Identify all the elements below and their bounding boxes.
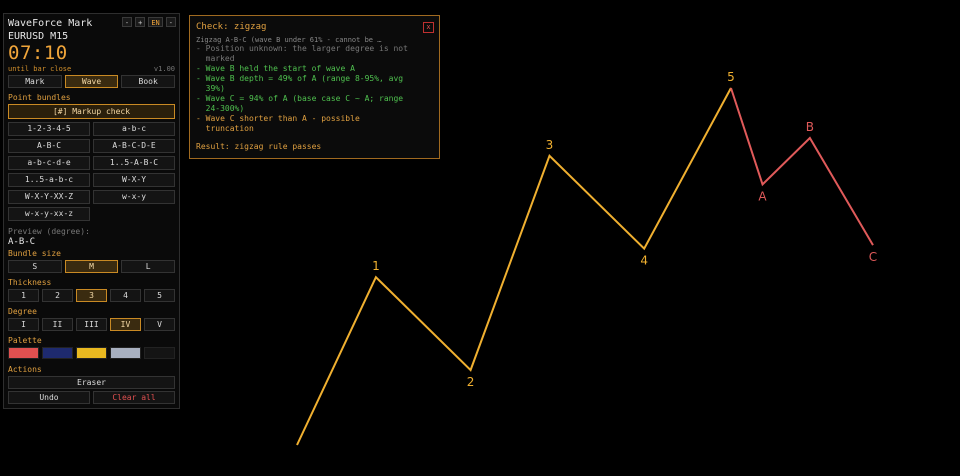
bundle-button[interactable]: 1..5-a-b-c — [8, 173, 90, 187]
check-line: - Position unknown: the larger degree is… — [196, 44, 408, 63]
mode-tabs: Mark Wave Book — [8, 75, 176, 88]
thickness-2-button[interactable]: 2 — [42, 289, 73, 302]
timer-caption: until bar close — [8, 65, 72, 73]
bar-timer: 07:10 — [8, 42, 68, 64]
thickness-5-button[interactable]: 5 — [144, 289, 175, 302]
palette-swatch-black[interactable] — [144, 347, 175, 359]
bundle-button[interactable]: a-b-c — [93, 122, 175, 136]
palette-swatches — [8, 347, 175, 359]
wave-label-1: 1 — [372, 259, 380, 273]
degree-heading: Degree — [8, 307, 37, 316]
tab-wave[interactable]: Wave — [64, 75, 119, 88]
degree-iii-button[interactable]: III — [76, 318, 107, 331]
palette-heading: Palette — [8, 336, 42, 345]
degree-v-button[interactable]: V — [144, 318, 175, 331]
wave-label-2: 2 — [467, 375, 475, 389]
app-title: WaveForce Mark — [8, 18, 93, 29]
preview-label: Preview (degree): — [8, 227, 90, 236]
thickness-1-button[interactable]: 1 — [8, 289, 39, 302]
control-panel: WaveForce Mark - + EN - EURUSD M15 07:10… — [3, 13, 180, 409]
wave-label-3: 3 — [546, 138, 554, 152]
tab-book[interactable]: Book — [121, 75, 176, 88]
preview-value: A-B-C — [8, 237, 36, 247]
check-line: - Wave B held the start of wave A — [196, 64, 355, 73]
check-result: Result: zigzag rule passes — [196, 142, 322, 151]
clear-all-button[interactable]: Clear all — [93, 391, 175, 404]
degree-iv-button[interactable]: IV — [110, 318, 141, 331]
size-l-button[interactable]: L — [121, 260, 176, 273]
bundle-size-heading: Bundle size — [8, 249, 61, 258]
palette-swatch-red[interactable] — [8, 347, 39, 359]
degree-i-button[interactable]: I — [8, 318, 39, 331]
close-icon[interactable]: x — [423, 22, 434, 33]
wave-label-c: C — [869, 250, 877, 264]
bundle-button[interactable]: 1-2-3-4-5 — [8, 122, 90, 136]
check-line: - Wave B depth = 49% of A (range 8-95%, … — [196, 74, 404, 93]
bundle-button[interactable]: A-B-C — [8, 139, 90, 153]
palette-swatch-navy[interactable] — [42, 347, 73, 359]
degree-selector: I II III IV V — [8, 318, 175, 331]
tab-mark[interactable]: Mark — [8, 75, 62, 88]
markup-check-popup: Check: zigzag x Zigzag A-B-C (wave B und… — [189, 15, 440, 159]
point-bundles-heading: Point bundles — [8, 93, 71, 102]
bundle-button[interactable]: 1..5-A-B-C — [93, 156, 175, 170]
eraser-button[interactable]: Eraser — [8, 376, 175, 389]
bundle-size-selector: S M L — [8, 260, 176, 273]
version-label: v1.00 — [153, 65, 175, 73]
undo-clear-row: Undo Clear all — [8, 391, 175, 404]
bundle-button[interactable]: W-X-Y — [93, 173, 175, 187]
eraser-row: Eraser — [8, 376, 175, 389]
bundle-grid: 1-2-3-4-5 a-b-c A-B-C A-B-C-D-E a-b-c-d-… — [8, 122, 175, 221]
correction-wave-line[interactable] — [730, 87, 874, 246]
symbol-timeframe: EURUSD M15 — [8, 31, 69, 42]
palette-swatch-gray[interactable] — [110, 347, 141, 359]
bundle-button[interactable]: w-x-y — [93, 190, 175, 204]
bundle-button[interactable]: A-B-C-D-E — [93, 139, 175, 153]
actions-heading: Actions — [8, 365, 42, 374]
thickness-4-button[interactable]: 4 — [110, 289, 141, 302]
minimize-button[interactable]: - — [165, 17, 176, 27]
wave-label-b: B — [806, 120, 814, 134]
palette-swatch-yellow[interactable] — [76, 347, 107, 359]
undo-button[interactable]: Undo — [8, 391, 90, 404]
header-buttons: - + EN - — [121, 17, 176, 27]
bundle-button[interactable]: a-b-c-d-e — [8, 156, 90, 170]
collapse-button[interactable]: - — [121, 17, 133, 27]
wave-label-a: A — [758, 189, 767, 203]
check-subtitle: Zigzag A-B-C (wave B under 61% - cannot … — [196, 36, 382, 44]
size-m-button[interactable]: M — [64, 260, 119, 273]
check-title: Check: zigzag — [196, 22, 267, 32]
check-line: - Wave C shorter than A - possible trunc… — [196, 114, 360, 133]
bundle-button[interactable]: w-x-y-xx-z — [8, 207, 90, 221]
thickness-3-button[interactable]: 3 — [76, 289, 107, 302]
wave-label-5: 5 — [727, 70, 735, 84]
thickness-heading: Thickness — [8, 278, 52, 287]
expand-button[interactable]: + — [135, 17, 146, 27]
degree-ii-button[interactable]: II — [42, 318, 73, 331]
check-line: - Wave C = 94% of A (base case C ~ A; ra… — [196, 94, 404, 113]
size-s-button[interactable]: S — [8, 260, 62, 273]
thickness-selector: 1 2 3 4 5 — [8, 289, 175, 302]
wave-label-4: 4 — [640, 254, 648, 268]
markup-check-button[interactable]: [#] Markup check — [8, 104, 175, 119]
language-button[interactable]: EN — [148, 17, 163, 27]
bundle-button[interactable]: W-X-Y-XX-Z — [8, 190, 90, 204]
